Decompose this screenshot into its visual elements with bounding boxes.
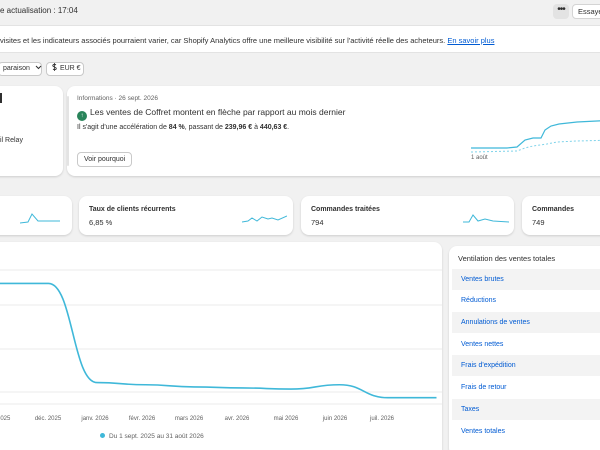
previous-insight-label: il Relay [0, 137, 23, 144]
currency-icon [52, 63, 57, 71]
info-banner: visites et les indicateurs associés pour… [0, 25, 600, 53]
x-tick-label: avr. 2026 [225, 416, 250, 422]
x-tick-label: . 2025 [0, 416, 11, 422]
top-bar: e actualisation : 17:04 ••• Essayer [0, 0, 600, 24]
metric-name: Commandes traitées [311, 206, 380, 213]
chevron-down-icon [35, 65, 42, 70]
x-tick-label: janv. 2026 [80, 416, 109, 422]
metric-card-partial[interactable] [0, 196, 72, 235]
x-tick-label: juil. 2026 [369, 416, 395, 422]
breakdown-row-shipping[interactable]: Frais d'expédition [452, 355, 600, 376]
metric-sparkline [463, 214, 509, 223]
bar-indicator [0, 93, 2, 103]
breakdown-row-returns[interactable]: Frais de retour [452, 377, 600, 398]
insight-axis-label: 1 août [471, 155, 488, 161]
last-refresh-label: e actualisation : 17:04 [0, 6, 78, 15]
comparison-label: paraison [3, 65, 30, 72]
insight-description: Il s'agit d'une accélération de 84 %, pa… [77, 124, 290, 131]
comparison-dropdown[interactable]: paraison [0, 62, 42, 76]
insight-card: Informations · 26 sept. 2026 ↑ Les ventes… [67, 86, 600, 176]
breakdown-row-net-sales[interactable]: Ventes nettes [452, 334, 600, 355]
series-line [0, 282, 437, 399]
metric-card-orders-processed[interactable]: Commandes traitées 794 [301, 196, 514, 235]
metric-value: 749 [532, 218, 545, 227]
legend-dot [100, 433, 105, 438]
sales-chart-card: . 2025 déc. 2025 janv. 2026 févr. 2026 mars … [0, 242, 442, 450]
currency-label: EUR € [59, 65, 81, 72]
metric-sparkline [20, 213, 60, 224]
breakdown-row-gross-sales[interactable]: Ventes brutes [452, 269, 600, 290]
insight-percent: 84 % [168, 124, 185, 131]
try-button[interactable]: Essayer [572, 4, 600, 19]
previous-insight-card[interactable]: il Relay [0, 86, 63, 176]
banner-text: visites et les indicateurs associés pour… [0, 36, 495, 45]
sales-breakdown-card: Ventilation des ventes totales Ventes br… [449, 246, 600, 450]
learn-more-link[interactable]: En savoir plus [447, 36, 494, 45]
breakdown-row-discounts[interactable]: Réductions [452, 290, 600, 311]
see-why-button[interactable]: Voir pourquoi [77, 152, 133, 167]
breakdown-row-taxes[interactable]: Taxes [452, 399, 600, 420]
insight-headline: ↑ Les ventes de Coffret montent en flèche… [77, 107, 345, 121]
insight-sparkline [470, 120, 600, 153]
breakdown-title: Ventilation des ventes totales [458, 254, 556, 263]
metric-card-returning-customers[interactable]: Taux de clients récurrents 6,85 % [79, 196, 293, 235]
metric-name: Taux de clients récurrents [89, 206, 176, 213]
metric-name: Commandes [532, 206, 575, 213]
x-tick-label: déc. 2025 [35, 416, 62, 422]
legend-label: Du 1 sept. 2025 au 31 août 2026 [109, 433, 204, 440]
insight-meta: Informations · 26 sept. 2026 [77, 95, 158, 102]
currency-button[interactable]: EUR € [46, 62, 84, 76]
breakdown-row-cancellations[interactable]: Annulations de ventes [452, 312, 600, 333]
more-actions-button[interactable]: ••• [553, 4, 569, 19]
insight-to-value: 440,63 € [259, 124, 288, 131]
x-tick-label: mars 2026 [175, 416, 204, 422]
chart-legend: Du 1 sept. 2025 au 31 août 2026 [100, 433, 204, 440]
trend-up-icon: ↑ [77, 111, 87, 121]
metric-value: 794 [311, 218, 324, 227]
metric-value: 6,85 % [89, 218, 113, 227]
x-tick-label: févr. 2026 [129, 416, 156, 422]
insight-divider [67, 96, 69, 166]
insight-from-value: 239,96 € [224, 124, 253, 131]
x-tick-label: mai 2026 [274, 416, 299, 422]
x-tick-label: juin 2026 [322, 416, 348, 422]
metric-card-orders[interactable]: Commandes 749 [522, 196, 600, 235]
sales-line-chart: . 2025 déc. 2025 janv. 2026 févr. 2026 mars … [0, 269, 442, 422]
metric-sparkline [242, 215, 287, 223]
breakdown-row-total-sales[interactable]: Ventes totales [452, 421, 600, 442]
